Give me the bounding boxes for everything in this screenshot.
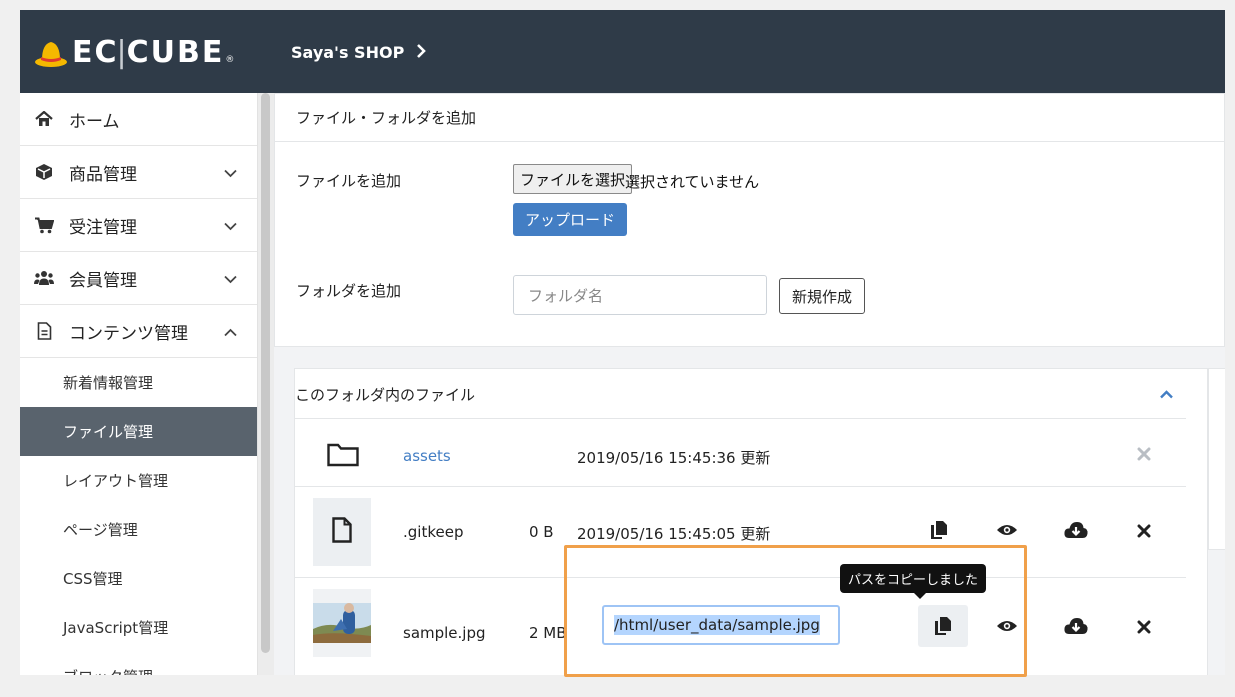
delete-icon[interactable] [1137,524,1151,538]
table-row: sample.jpg 2 MB /html/user_data/sample.j… [294,577,1186,675]
home-icon [33,108,55,130]
file-table: assets 2019/05/16 15:45:36 更新 .gitkeep 0… [294,418,1208,675]
chevron-right-icon [416,42,427,63]
copy-icon [935,617,951,635]
sidebar-item-label: ホーム [69,111,120,132]
delete-icon[interactable] [1137,620,1151,634]
cube-hat-icon [34,38,68,68]
file-thumbnail [313,498,371,566]
files-card-header: このフォルダ内のファイル [295,369,1207,419]
top-header: EC|CUBE ® Saya's SHOP [20,10,1225,93]
side-card [1208,368,1225,550]
image-thumbnail [313,589,371,657]
updated-time: 2019/05/16 15:45:05 更新 [577,525,771,543]
chevron-down-icon [224,269,237,289]
choose-file-button[interactable]: ファイルを選択 [513,164,633,194]
copy-icon[interactable] [930,520,948,540]
sidebar-item-home[interactable]: ホーム [20,93,257,146]
shop-name: Saya's SHOP [291,43,405,62]
registered-mark: ® [225,55,235,65]
shop-link[interactable]: Saya's SHOP [291,42,427,63]
ec-cube-logo[interactable]: EC|CUBE ® [34,33,234,73]
chevron-up-icon [224,322,237,342]
sidebar-item-orders[interactable]: 受注管理 [20,199,257,252]
eye-icon[interactable] [996,619,1018,633]
sidebar-subitem-pages[interactable]: ページ管理 [20,505,257,554]
sidebar-subitem-files[interactable]: ファイル管理 [20,407,257,456]
sidebar-item-members[interactable]: 会員管理 [20,252,257,305]
table-row: assets 2019/05/16 15:45:36 更新 [294,418,1186,486]
cube-icon [33,161,55,183]
document-icon [33,320,55,342]
chevron-up-icon[interactable] [1160,385,1173,403]
sidebar-item-label: 会員管理 [69,270,137,291]
chevron-down-icon [224,163,237,183]
folder-name-input[interactable]: フォルダ名 [513,275,767,315]
file-name: sample.jpg [403,624,486,642]
selected-path-text: /html/user_data/sample.jpg [614,615,820,635]
card-title: ファイル・フォルダを追加 [275,94,1224,142]
sidebar-item-label: 受注管理 [69,217,137,238]
sidebar-subitem-news[interactable]: 新着情報管理 [20,358,257,407]
copied-tooltip: パスをコピーしました [840,564,987,599]
app-frame: EC|CUBE ® Saya's SHOP ホーム 商品管理 受注管理 会員管理… [20,10,1225,675]
folder-icon [327,443,359,467]
file-size: 2 MB [529,624,567,642]
cloud-download-icon[interactable] [1064,521,1088,539]
add-file-folder-card: ファイル・フォルダを追加 ファイルを追加 ファイルを選択 選択されていません ア… [274,93,1225,347]
file-path-input[interactable]: /html/user_data/sample.jpg [602,605,840,645]
file-name: .gitkeep [403,523,464,541]
chevron-down-icon [224,216,237,236]
file-icon [332,517,352,547]
sidebar-subitem-layout[interactable]: レイアウト管理 [20,456,257,505]
sidebar-subitem-js[interactable]: JavaScript管理 [20,603,257,652]
card-title: このフォルダ内のファイル [295,385,476,404]
users-icon [33,267,55,289]
upload-button[interactable]: アップロード [513,203,628,236]
copy-path-button[interactable] [918,605,968,647]
delete-icon[interactable] [1137,447,1151,461]
sidebar-item-label: 商品管理 [69,164,137,185]
add-folder-label: フォルダを追加 [296,282,402,300]
create-folder-button[interactable]: 新規作成 [779,278,866,314]
logo-text: EC|CUBE [72,35,225,70]
no-file-selected-text: 選択されていません [625,173,760,191]
sidebar: ホーム 商品管理 受注管理 会員管理 コンテンツ管理 新着情報管理 ファイル管理… [20,93,258,675]
table-row: .gitkeep 0 B 2019/05/16 15:45:05 更新 [294,486,1186,577]
sidebar-item-contents[interactable]: コンテンツ管理 [20,305,257,358]
cart-icon [33,214,55,236]
folder-link[interactable]: assets [403,447,451,465]
updated-time: 2019/05/16 15:45:36 更新 [577,449,771,467]
eye-icon[interactable] [996,523,1018,537]
add-file-label: ファイルを追加 [296,172,402,190]
sidebar-subitem-blocks[interactable]: ブロック管理 [20,652,257,675]
sidebar-item-label: コンテンツ管理 [69,323,188,344]
sidebar-scrollbar[interactable] [261,93,270,653]
cloud-download-icon[interactable] [1064,617,1088,635]
sidebar-subitem-css[interactable]: CSS管理 [20,554,257,603]
sidebar-item-products[interactable]: 商品管理 [20,146,257,199]
file-size: 0 B [529,523,554,541]
